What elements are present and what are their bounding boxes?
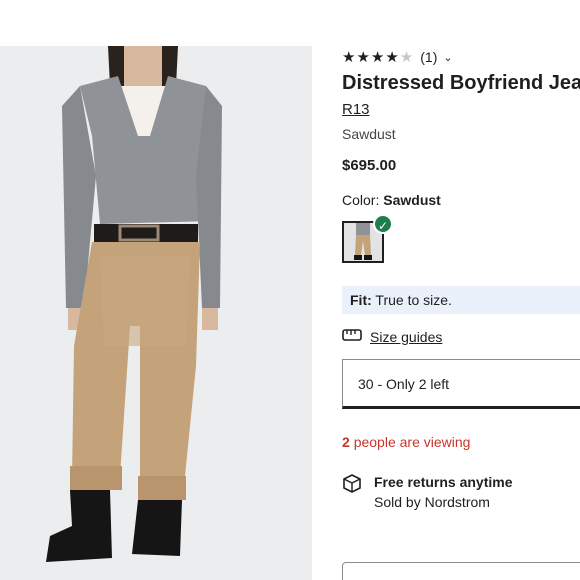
color-selected-value: Sawdust <box>383 192 441 208</box>
brand-link[interactable]: R13 <box>342 101 370 118</box>
viewing-count: 2 <box>342 434 350 450</box>
fit-banner: Fit: True to size. <box>342 286 580 314</box>
color-label: Color: Sawdust <box>342 192 441 208</box>
rating-row[interactable]: ★★★★★ (1) ⌄ <box>342 48 453 66</box>
size-guide-link[interactable]: Size guides <box>342 327 442 346</box>
returns-title: Free returns anytime <box>374 474 513 490</box>
returns-info: Free returns anytime Sold by Nordstrom <box>342 474 513 510</box>
selected-check-icon: ✓ <box>373 214 393 234</box>
product-color-name: Sawdust <box>342 126 396 142</box>
product-title: Distressed Boyfriend Jeans <box>342 72 580 94</box>
color-label-text: Color: <box>342 192 380 208</box>
ruler-icon <box>342 327 362 346</box>
chevron-down-icon[interactable]: ⌄ <box>443 51 452 64</box>
box-return-icon <box>342 474 362 510</box>
product-info-panel: ★★★★★ (1) ⌄ Distressed Boyfriend Jeans R… <box>342 0 580 580</box>
size-select[interactable]: 30 - Only 2 left <box>342 359 580 409</box>
product-image[interactable] <box>0 46 312 580</box>
returns-subtitle: Sold by Nordstrom <box>374 494 490 510</box>
rating-count: (1) <box>420 49 438 65</box>
viewing-notice: 2 people are viewing <box>342 434 470 450</box>
viewing-text: people are viewing <box>353 434 471 450</box>
rating-stars-icon: ★★★★★ <box>342 49 415 66</box>
fit-text: True to size. <box>375 292 452 308</box>
fit-label: Fit: <box>350 292 372 308</box>
bottom-select-box[interactable] <box>342 562 580 580</box>
size-guide-label: Size guides <box>370 328 443 345</box>
product-price: $695.00 <box>342 157 397 174</box>
